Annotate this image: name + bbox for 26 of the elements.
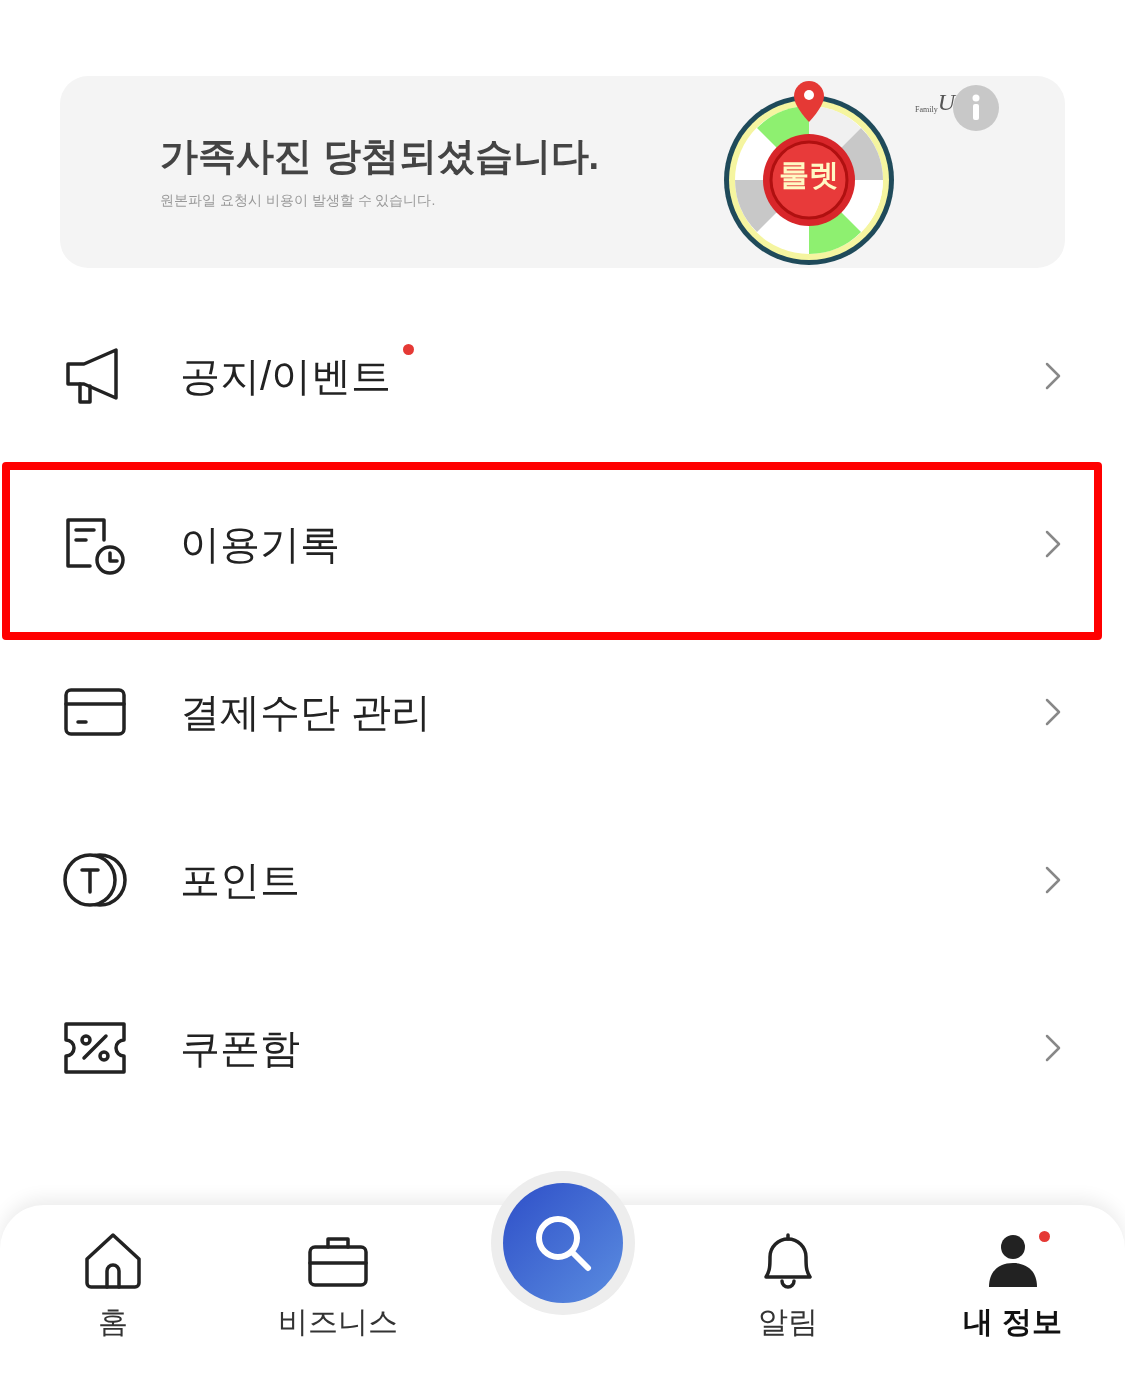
menu-item[interactable]: 결제수단 관리: [0, 628, 1125, 796]
event-banner[interactable]: 가족사진 당첨되셨습니다. 원본파일 요청시 비용이 발생할 수 있습니다. 룰렛 FamilyU: [60, 76, 1065, 268]
brand-logo-mark: U: [937, 90, 955, 114]
search-button[interactable]: [502, 1183, 623, 1303]
menu-label: 포인트: [180, 860, 300, 900]
chevron-right-icon: [1045, 1034, 1061, 1062]
menu-item[interactable]: 포인트: [0, 796, 1125, 964]
chevron-right-icon: [1045, 866, 1061, 894]
roulette-label: 룰렛: [778, 160, 840, 190]
menu-item[interactable]: 쿠폰함: [0, 964, 1125, 1132]
banner-subtitle: 원본파일 요청시 비용이 발생할 수 있습니다.: [160, 193, 437, 207]
menu-label: 쿠폰함: [180, 1028, 300, 1068]
banner-title: 가족사진 당첨되셨습니다.: [160, 137, 600, 175]
brand-logo-text: Family: [915, 106, 938, 114]
chevron-right-icon: [1045, 698, 1061, 726]
chevron-right-icon: [1045, 362, 1061, 390]
menu-item[interactable]: 이용기록: [0, 460, 1125, 628]
nav-tab[interactable]: 비즈니스: [277, 1229, 398, 1337]
menu-label: 결제수단 관리: [180, 692, 432, 732]
menu-item[interactable]: 공지/이벤트: [0, 292, 1125, 460]
nav-tab[interactable]: 내 정보: [963, 1229, 1062, 1337]
nav-tab[interactable]: 알림: [755, 1229, 820, 1337]
menu-label: 공지/이벤트: [180, 356, 392, 396]
nav-tab[interactable]: 홈: [80, 1229, 145, 1337]
chevron-right-icon: [1045, 530, 1061, 558]
menu-label: 이용기록: [180, 524, 340, 564]
